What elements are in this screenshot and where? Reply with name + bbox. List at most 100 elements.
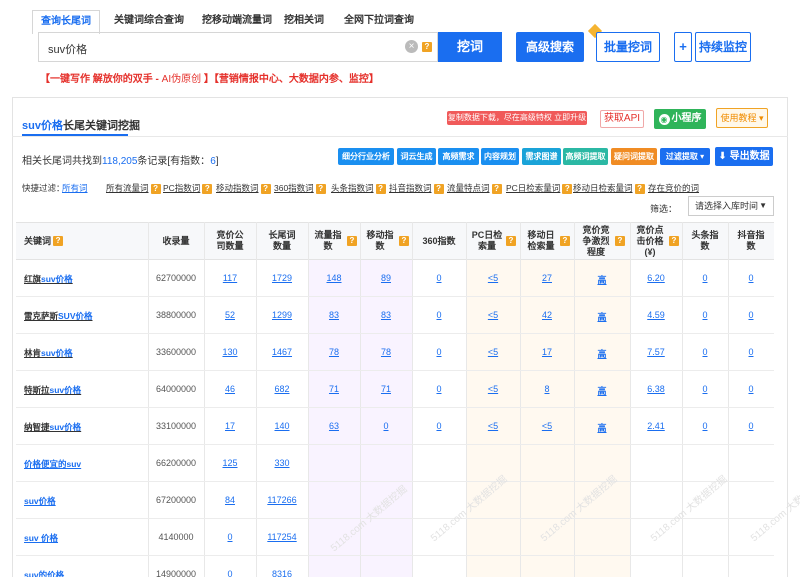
tutorial-button[interactable]: 使用教程 ▾ bbox=[716, 108, 768, 128]
cell-co[interactable]: 0 bbox=[204, 569, 256, 577]
column-header-8[interactable]: 移动日检索量? bbox=[520, 222, 574, 260]
cell-pc[interactable]: <5 bbox=[466, 347, 520, 357]
cell-md[interactable]: 17 bbox=[520, 347, 574, 357]
upgrade-tag[interactable]: 复制数据下载，尽在高级特权 立即升级 bbox=[447, 111, 587, 125]
cell-lt[interactable]: 682 bbox=[256, 384, 308, 394]
action-button-6[interactable]: 疑问词提取 bbox=[611, 148, 657, 165]
cell-mo[interactable]: 89 bbox=[360, 273, 412, 283]
cell-mo[interactable]: 83 bbox=[360, 310, 412, 320]
keyword-link[interactable]: 价格便宜的suv bbox=[24, 458, 81, 470]
search-query[interactable]: suv价格 bbox=[48, 41, 87, 57]
keyword-link[interactable]: suv 价格 bbox=[24, 532, 58, 544]
batch-mine-button[interactable]: 批量挖词 bbox=[596, 32, 660, 62]
tab-mobile-traffic[interactable]: 挖移动端流量词 bbox=[202, 10, 272, 32]
column-header-3[interactable]: 长尾词数量 bbox=[256, 222, 308, 260]
cell-pc[interactable]: <5 bbox=[466, 384, 520, 394]
cell-lt[interactable]: 140 bbox=[256, 421, 308, 431]
cell-comp[interactable]: 高 bbox=[574, 421, 630, 434]
action-button-5[interactable]: 高频词提取 bbox=[563, 148, 608, 165]
monitor-button[interactable]: 持续监控 bbox=[695, 32, 751, 62]
cell-price[interactable]: 7.57 bbox=[630, 347, 682, 357]
cell-md[interactable]: 42 bbox=[520, 310, 574, 320]
column-header-6[interactable]: 360指数 bbox=[412, 222, 466, 260]
quick-filter-1[interactable]: 所有流量词? bbox=[106, 182, 161, 194]
tab-dropdown-words[interactable]: 全网下拉词查询 bbox=[344, 10, 414, 32]
cell-tt[interactable]: 0 bbox=[682, 421, 728, 431]
cell-dy[interactable]: 0 bbox=[728, 347, 774, 357]
keyword-link[interactable]: 林肯suv价格 bbox=[24, 347, 73, 359]
cell-fl[interactable]: 148 bbox=[308, 273, 360, 283]
cell-co[interactable]: 52 bbox=[204, 310, 256, 320]
cell-comp[interactable]: 高 bbox=[574, 347, 630, 360]
quick-filter-2[interactable]: PC指数词? bbox=[163, 182, 213, 194]
cell-pc[interactable]: <5 bbox=[466, 273, 520, 283]
mini-program-button[interactable]: ◉ 小程序 bbox=[654, 109, 706, 129]
action-button-0[interactable]: 细分行业分析 bbox=[338, 148, 394, 165]
cell-co[interactable]: 117 bbox=[204, 273, 256, 283]
column-header-1[interactable]: 收录量 bbox=[148, 222, 204, 260]
cell-price[interactable]: 6.20 bbox=[630, 273, 682, 283]
cell-tt[interactable]: 0 bbox=[682, 384, 728, 394]
cell-dy[interactable]: 0 bbox=[728, 273, 774, 283]
column-header-10[interactable]: 竞价点击价格(¥)? bbox=[630, 222, 682, 260]
cell-fl[interactable]: 78 bbox=[308, 347, 360, 357]
cell-md[interactable]: 8 bbox=[520, 384, 574, 394]
search-button[interactable]: 挖词 bbox=[438, 32, 502, 62]
cell-dy[interactable]: 0 bbox=[728, 421, 774, 431]
api-button[interactable]: 获取API bbox=[600, 110, 644, 128]
cell-co[interactable]: 130 bbox=[204, 347, 256, 357]
cell-s360[interactable]: 0 bbox=[412, 421, 466, 431]
cell-lt[interactable]: 117266 bbox=[256, 495, 308, 505]
add-button[interactable]: + bbox=[674, 32, 692, 62]
tab-longtail[interactable]: 查询长尾词 bbox=[32, 10, 100, 34]
cell-co[interactable]: 17 bbox=[204, 421, 256, 431]
date-filter-select[interactable]: 请选择入库时间 ▼ bbox=[688, 196, 774, 216]
column-header-2[interactable]: 竞价公司数量 bbox=[204, 222, 256, 260]
keyword-link[interactable]: 雷克萨斯SUV价格 bbox=[24, 310, 93, 322]
promo-ai[interactable]: AI伪原创 bbox=[162, 74, 201, 85]
cell-comp[interactable]: 高 bbox=[574, 273, 630, 286]
action-button-4[interactable]: 需求图谱 bbox=[522, 148, 561, 165]
keyword-link[interactable]: 红旗suv价格 bbox=[24, 273, 73, 285]
cell-dy[interactable]: 0 bbox=[728, 384, 774, 394]
cell-tt[interactable]: 0 bbox=[682, 273, 728, 283]
cell-tt[interactable]: 0 bbox=[682, 347, 728, 357]
keyword-link[interactable]: suv的价格 bbox=[24, 569, 64, 577]
cell-mo[interactable]: 71 bbox=[360, 384, 412, 394]
quick-filter-7[interactable]: 流量特点词? bbox=[447, 182, 502, 194]
cell-mo[interactable]: 78 bbox=[360, 347, 412, 357]
cell-pc[interactable]: <5 bbox=[466, 310, 520, 320]
cell-price[interactable]: 6.38 bbox=[630, 384, 682, 394]
cell-md[interactable]: <5 bbox=[520, 421, 574, 431]
column-header-4[interactable]: 流量指数? bbox=[308, 222, 360, 260]
action-button-3[interactable]: 内容规划 bbox=[481, 148, 519, 165]
cell-co[interactable]: 125 bbox=[204, 458, 256, 468]
quick-filter-5[interactable]: 头条指数词? bbox=[331, 182, 386, 194]
action-button-1[interactable]: 词云生成 bbox=[397, 148, 436, 165]
cell-lt[interactable]: 1467 bbox=[256, 347, 308, 357]
quick-filter-8[interactable]: PC日检索量词? bbox=[506, 182, 573, 194]
tab-keyword-query[interactable]: 关键词综合查询 bbox=[114, 10, 184, 32]
cell-lt[interactable]: 1299 bbox=[256, 310, 308, 320]
keyword-link[interactable]: 纳智捷suv价格 bbox=[24, 421, 81, 433]
cell-co[interactable]: 84 bbox=[204, 495, 256, 505]
cell-lt[interactable]: 8316 bbox=[256, 569, 308, 577]
cell-md[interactable]: 27 bbox=[520, 273, 574, 283]
cell-s360[interactable]: 0 bbox=[412, 273, 466, 283]
cell-fl[interactable]: 83 bbox=[308, 310, 360, 320]
cell-co[interactable]: 46 bbox=[204, 384, 256, 394]
action-button-2[interactable]: 高频需求 bbox=[438, 148, 479, 165]
export-button[interactable]: ⬇ 导出数据 bbox=[715, 147, 773, 166]
cell-tt[interactable]: 0 bbox=[682, 310, 728, 320]
cell-pc[interactable]: <5 bbox=[466, 421, 520, 431]
cell-fl[interactable]: 71 bbox=[308, 384, 360, 394]
cell-comp[interactable]: 高 bbox=[574, 310, 630, 323]
cell-price[interactable]: 4.59 bbox=[630, 310, 682, 320]
cell-lt[interactable]: 1729 bbox=[256, 273, 308, 283]
cell-fl[interactable]: 63 bbox=[308, 421, 360, 431]
cell-lt[interactable]: 330 bbox=[256, 458, 308, 468]
cell-price[interactable]: 2.41 bbox=[630, 421, 682, 431]
tab-related-words[interactable]: 挖相关词 bbox=[284, 10, 324, 32]
search-input[interactable]: suv价格 × ? bbox=[38, 32, 438, 62]
advanced-search-button[interactable]: 高级搜索 bbox=[516, 32, 584, 62]
